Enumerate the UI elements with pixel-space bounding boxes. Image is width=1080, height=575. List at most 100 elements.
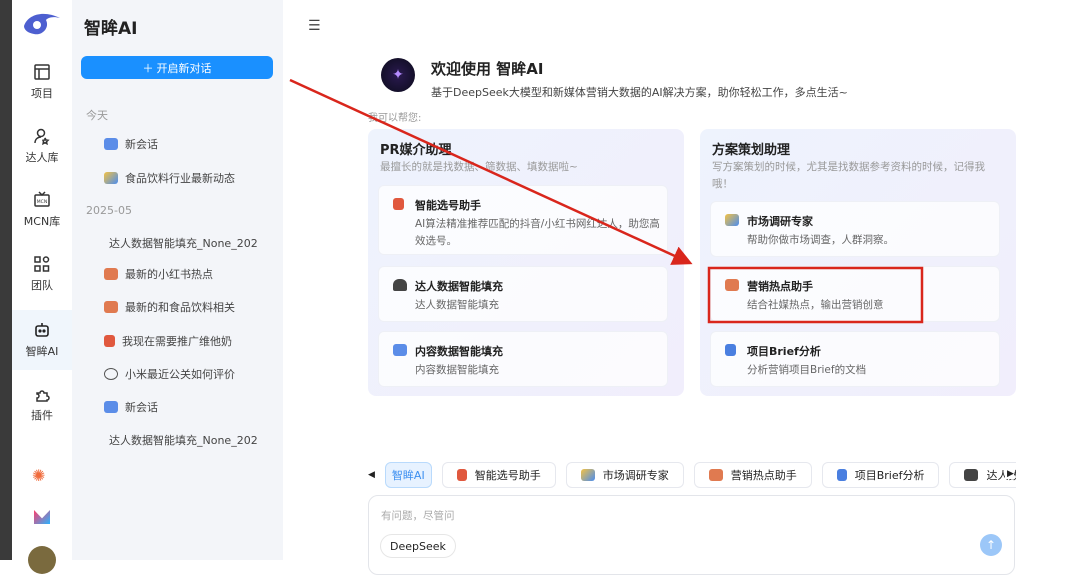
history-item[interactable]: 新会话 [104, 399, 274, 415]
new-chat-button[interactable]: ＋ 开启新对话 [81, 56, 273, 79]
history-label: 新会话 [125, 401, 158, 414]
history-label: 最新的和食品饮料相关 [125, 301, 235, 314]
history-item[interactable]: 最新的和食品饮料相关 [104, 299, 274, 315]
history-label: 最新的小红书热点 [125, 268, 213, 281]
history-item[interactable]: 达人数据智能填充_None_202 [109, 235, 279, 251]
card-title: 达人数据智能填充 [415, 280, 503, 293]
sidebar-title: 智眸AI [84, 19, 138, 39]
user-star-icon [34, 128, 50, 145]
thumbs-up-icon [708, 468, 723, 481]
group-label: 2025-05 [86, 204, 132, 217]
card-title: 智能选号助手 [415, 199, 481, 212]
main-area: ☰ ✦ 欢迎使用 智眸AI 基于DeepSeek大模型和新媒体营销大数据的AI解… [283, 0, 1080, 575]
history-item[interactable]: 我现在需要推广维他奶 [104, 333, 274, 349]
rail-item-mcn[interactable]: MCN MCN库 [12, 180, 72, 240]
group-label: 今天 [86, 109, 108, 122]
rail-item-project[interactable]: 项目 [12, 52, 72, 112]
card-desc: AI算法精准推荐匹配的抖音/小红书网红达人，助您高效选号。 [415, 218, 660, 247]
history-item[interactable]: 最新的小红书热点 [104, 266, 274, 282]
app-logo [24, 13, 60, 35]
card-desc: 内容数据智能填充 [415, 364, 499, 376]
chat-input[interactable]: 有问题，尽管问 DeepSeek ↑ [368, 495, 1015, 575]
rail-label: 插件 [31, 409, 53, 422]
tab-market-research[interactable]: 市场调研专家 [565, 461, 684, 488]
apps-icon [34, 256, 50, 272]
panel-desc: 最擅长的就是找数据、筛数据、填数据啦~ [380, 161, 578, 173]
card-marketing-hotspot[interactable]: 营销热点助手结合社媒热点，输出营销创意 [710, 266, 1000, 322]
chat-bubble-icon [104, 401, 118, 413]
rail-item-plugins[interactable]: 插件 [12, 374, 72, 434]
history-item[interactable]: 新会话 [104, 136, 274, 152]
send-button[interactable]: ↑ [980, 534, 1002, 556]
help-label: 我可以帮您: [368, 113, 422, 124]
book-icon [456, 468, 467, 481]
card-brief-analysis[interactable]: 项目Brief分析分析营销项目Brief的文档 [710, 331, 1000, 387]
history-label: 我现在需要推广维他奶 [122, 335, 232, 348]
panel-desc: 写方案策划的时候，尤其是找数据参考资料的时候，记得我哦！ [712, 161, 985, 190]
card-desc: 分析营销项目Brief的文档 [747, 364, 867, 376]
tab-label: 营销热点助手 [730, 468, 797, 482]
rail-item-ai[interactable]: 智眸AI [12, 310, 72, 370]
hat-icon [964, 468, 979, 481]
user-avatar[interactable] [28, 546, 56, 574]
document-icon [725, 344, 736, 356]
history-label: 食品饮料行业最新动态 [125, 172, 235, 185]
card-title: 项目Brief分析 [747, 345, 821, 358]
card-title: 营销热点助手 [747, 280, 813, 293]
tab-ai[interactable]: 智眸AI [384, 461, 432, 488]
panel-pr-assistant: PR媒介助理 最擅长的就是找数据、筛数据、填数据啦~ 智能选号助手 AI算法精准推… [368, 129, 684, 396]
tab-marketing-hotspot[interactable]: 营销热点助手 [693, 461, 812, 488]
history-label: 达人数据智能填充_None_202 [109, 434, 258, 447]
welcome-title: 欢迎使用 智眸AI [431, 60, 544, 78]
card-desc: 结合社媒热点，输出营销创意 [747, 299, 884, 311]
history-item[interactable]: 小米最近公关如何评价 [104, 366, 274, 382]
tab-label: 智眸AI [391, 468, 425, 482]
svg-text:MCN: MCN [37, 199, 47, 205]
card-market-research[interactable]: 市场调研专家 帮助你做市场调查，人群洞察。 [710, 201, 1000, 257]
rail-label: MCN库 [23, 215, 61, 228]
panel-planning-assistant: 方案策划助理 写方案策划的时候，尤其是找数据参考资料的时候，记得我哦！ 市场调研… [700, 129, 1016, 396]
scroll-right-icon[interactable]: ▶ [1005, 469, 1014, 479]
puzzle-icon [36, 390, 50, 402]
app-shortcut-icon[interactable] [34, 510, 50, 524]
rail-item-influencers[interactable]: 达人库 [12, 116, 72, 176]
card-influencer-fill[interactable]: 达人数据智能填充 达人数据智能填充 [378, 266, 668, 322]
history-label: 小米最近公关如何评价 [125, 368, 235, 381]
tab-brief-analysis[interactable]: 项目Brief分析 [821, 461, 940, 488]
map-icon [104, 172, 118, 184]
chat-bubble-icon [393, 344, 407, 356]
rail-item-team[interactable]: 团队 [12, 244, 72, 304]
model-selector[interactable]: DeepSeek [380, 534, 456, 558]
history-label: 新会话 [125, 138, 158, 151]
card-smart-selection[interactable]: 智能选号助手 AI算法精准推荐匹配的抖音/小红书网红达人，助您高效选号。 [378, 185, 668, 255]
card-desc: 帮助你做市场调查，人群洞察。 [747, 234, 894, 246]
card-desc: 达人数据智能填充 [415, 299, 499, 311]
document-icon [836, 468, 847, 481]
map-icon [580, 468, 595, 481]
tab-label: 市场调研专家 [602, 468, 669, 482]
rail-label: 团队 [31, 279, 53, 292]
thumbs-up-icon [104, 301, 118, 313]
sparkle-app-icon[interactable]: ✺ [32, 466, 45, 485]
history-item[interactable]: 达人数据智能填充_None_202 [109, 432, 279, 448]
background-window-edge [0, 0, 12, 560]
panel-title: PR媒介助理 [380, 143, 452, 158]
icon-rail: 项目 达人库 MCN MCN库 团队 智眸AI 插件 ✺ [12, 0, 72, 574]
scroll-left-icon[interactable]: ◀ [368, 470, 375, 480]
collapse-menu-icon[interactable]: ☰ [308, 18, 321, 34]
tab-smart-selection[interactable]: 智能选号助手 [441, 461, 556, 488]
layout-icon [34, 64, 50, 80]
rail-label: 达人库 [25, 151, 59, 164]
book-icon [393, 198, 404, 210]
card-title: 内容数据智能填充 [415, 345, 503, 358]
rail-label: 项目 [31, 87, 53, 100]
tab-label: 智能选号助手 [474, 468, 541, 482]
comment-icon [104, 368, 118, 380]
panel-title: 方案策划助理 [712, 143, 791, 158]
card-content-fill[interactable]: 内容数据智能填充 内容数据智能填充 [378, 331, 668, 387]
history-item[interactable]: 食品饮料行业最新动态 [104, 170, 274, 186]
ai-avatar: ✦ [381, 58, 415, 92]
history-label: 达人数据智能填充_None_202 [109, 237, 258, 250]
assistant-tabs: ◀ 智眸AI 智能选号助手 市场调研专家 营销热点助手 项目Brief分析 达人… [368, 461, 1016, 488]
tab-label: 项目Brief分析 [854, 468, 925, 482]
